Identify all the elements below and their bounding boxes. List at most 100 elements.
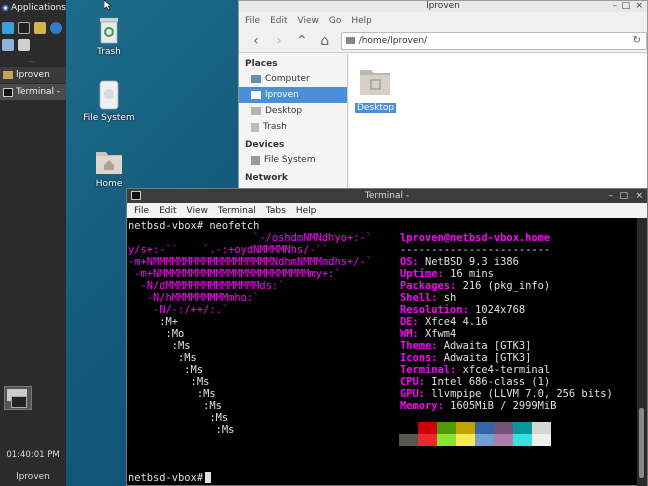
terminal-window: Terminal - – □ × File Edit View Terminal… (126, 188, 648, 486)
location-bar[interactable]: /home/lproven/ ↻ (340, 31, 647, 50)
menu-terminal[interactable]: Terminal (218, 206, 256, 216)
terminal-scrollbar[interactable] (637, 218, 647, 486)
taskbar-item-label: lproven (16, 70, 50, 80)
menu-help[interactable]: Help (296, 206, 317, 216)
menu-edit[interactable]: Edit (270, 16, 287, 26)
logo-line: :Ms (128, 400, 222, 412)
menu-edit[interactable]: Edit (159, 206, 176, 216)
forward-arrow-icon[interactable]: › (272, 33, 286, 49)
palette-swatch (399, 434, 418, 446)
folder-icon (3, 71, 13, 79)
clock[interactable]: 01:40:01 PM (0, 450, 66, 460)
taskbar-item-terminal[interactable]: Terminal - (0, 84, 66, 100)
minimize-button[interactable]: – (613, 1, 618, 12)
folder-launcher-icon[interactable] (18, 39, 30, 51)
logo-line: :Ms (128, 388, 216, 400)
info-row: Shell: sh (400, 292, 457, 304)
palette-swatch (475, 434, 494, 446)
workspace-pager[interactable] (4, 386, 32, 410)
logo-line: :Mo (128, 328, 185, 340)
file-manager-window: lproven – □ × File Edit View Go Help ‹ ›… (238, 0, 648, 190)
info-row: Icons: Adwaita [GTK3] (400, 352, 532, 364)
text-cursor (205, 472, 212, 483)
logo-line: -N/dMMMMMMMMMMMMMMMds:` (128, 280, 285, 292)
minimize-button[interactable]: – (609, 189, 614, 203)
palette-swatch (513, 434, 532, 446)
palette-swatch (418, 434, 437, 446)
browser-launcher-icon[interactable] (50, 22, 62, 34)
trash-icon (251, 122, 259, 132)
launcher-area (2, 22, 64, 56)
palette-swatch (437, 422, 456, 434)
terminal-titlebar[interactable]: Terminal - – □ × (127, 189, 647, 203)
close-button[interactable]: × (635, 189, 643, 203)
menu-view[interactable]: View (187, 206, 208, 216)
home-icon (251, 91, 261, 99)
menu-go[interactable]: Go (329, 16, 341, 26)
info-row: Uptime: 16 mins (400, 268, 494, 280)
close-button[interactable]: × (635, 1, 643, 12)
info-row: DE: Xfce4 4.16 (400, 316, 488, 328)
location-path: /home/lproven/ (358, 35, 428, 46)
terminal-icon (3, 87, 13, 97)
palette-swatch (513, 422, 532, 434)
color-palette (399, 422, 551, 446)
logo-line: y/s+:-`` `.-:+oydNMMMMNhs/-`` (128, 244, 329, 256)
logo-line: -m+NMMMMMMMMMMMMMMMMMMMNdhmNMMMmdhs+/-` (128, 256, 372, 268)
applications-label: Applications (11, 3, 66, 13)
parent-folder-icon[interactable]: ⌃ (295, 33, 309, 49)
panel-separator: ··· (28, 58, 35, 66)
home-icon[interactable]: ⌂ (318, 33, 332, 49)
menu-file[interactable]: File (245, 16, 260, 26)
network-heading: Network (245, 173, 288, 183)
info-underline: ------------------------ (400, 244, 551, 256)
palette-row (399, 434, 551, 446)
desktop-icon-file-system[interactable]: File System (74, 80, 144, 123)
palette-swatch (456, 434, 475, 446)
desktop-icon-label: Trash (97, 47, 121, 57)
terminal-menubar: File Edit View Terminal Tabs Help (127, 203, 647, 218)
maximize-button[interactable]: □ (621, 1, 630, 12)
palette-swatch (418, 422, 437, 434)
search-launcher-icon[interactable] (2, 39, 14, 51)
file-manager-titlebar[interactable]: lproven – □ × (239, 1, 647, 12)
file-item-desktop[interactable]: Desktop (355, 64, 397, 113)
left-panel: Applications ··· lproven Terminal - 01:4… (0, 0, 66, 486)
terminal-output[interactable]: netbsd-vbox# neofetch `-/oshdmNMNdhyo+:-… (127, 218, 637, 486)
prompt-line: netbsd-vbox# (128, 472, 212, 484)
menu-file[interactable]: File (134, 206, 149, 216)
palette-swatch (437, 434, 456, 446)
folder-icon (360, 70, 390, 95)
menu-view[interactable]: View (298, 16, 319, 26)
applications-menu-button[interactable]: Applications (0, 0, 66, 16)
terminal-launcher-icon[interactable] (18, 22, 30, 34)
file-manager-launcher-icon[interactable] (34, 22, 46, 34)
taskbar-item-lproven[interactable]: lproven (0, 67, 66, 83)
info-header: lproven@netbsd-vbox.home (400, 232, 551, 244)
trash-icon (100, 18, 118, 44)
sidebar-item-desktop[interactable]: Desktop (239, 103, 347, 119)
menu-tabs[interactable]: Tabs (266, 206, 286, 216)
sidebar-item-trash[interactable]: Trash (239, 119, 347, 135)
desktop-launcher-icon[interactable] (2, 22, 14, 34)
desktop-icon-trash[interactable]: Trash (74, 14, 144, 57)
desktop-icon-home[interactable]: Home (74, 146, 144, 189)
sidebar-item-file-system[interactable]: File System (239, 152, 347, 168)
drive-icon (251, 155, 260, 165)
menu-help[interactable]: Help (351, 16, 372, 26)
sidebar-item-label: Desktop (265, 106, 303, 116)
logo-line: :M+ (128, 316, 179, 328)
logo-line: -N/hMMMMMMMMMmho:` (128, 292, 260, 304)
sidebar-item-lproven[interactable]: lproven (239, 87, 347, 103)
logo-line: `-/oshdmNMNdhyo+:-` (128, 232, 372, 244)
sidebar-item-computer[interactable]: Computer (239, 71, 347, 87)
file-view: Desktop (349, 54, 647, 190)
desktop-icon-label: Home (95, 179, 123, 189)
maximize-button[interactable]: □ (619, 189, 628, 203)
palette-swatch (494, 434, 513, 446)
reload-icon[interactable]: ↻ (633, 35, 641, 46)
logo-line: :Ms (128, 364, 204, 376)
scrollbar-thumb[interactable] (639, 408, 644, 478)
back-arrow-icon[interactable]: ‹ (249, 33, 263, 49)
taskbar-item-label: Terminal - (16, 87, 61, 97)
